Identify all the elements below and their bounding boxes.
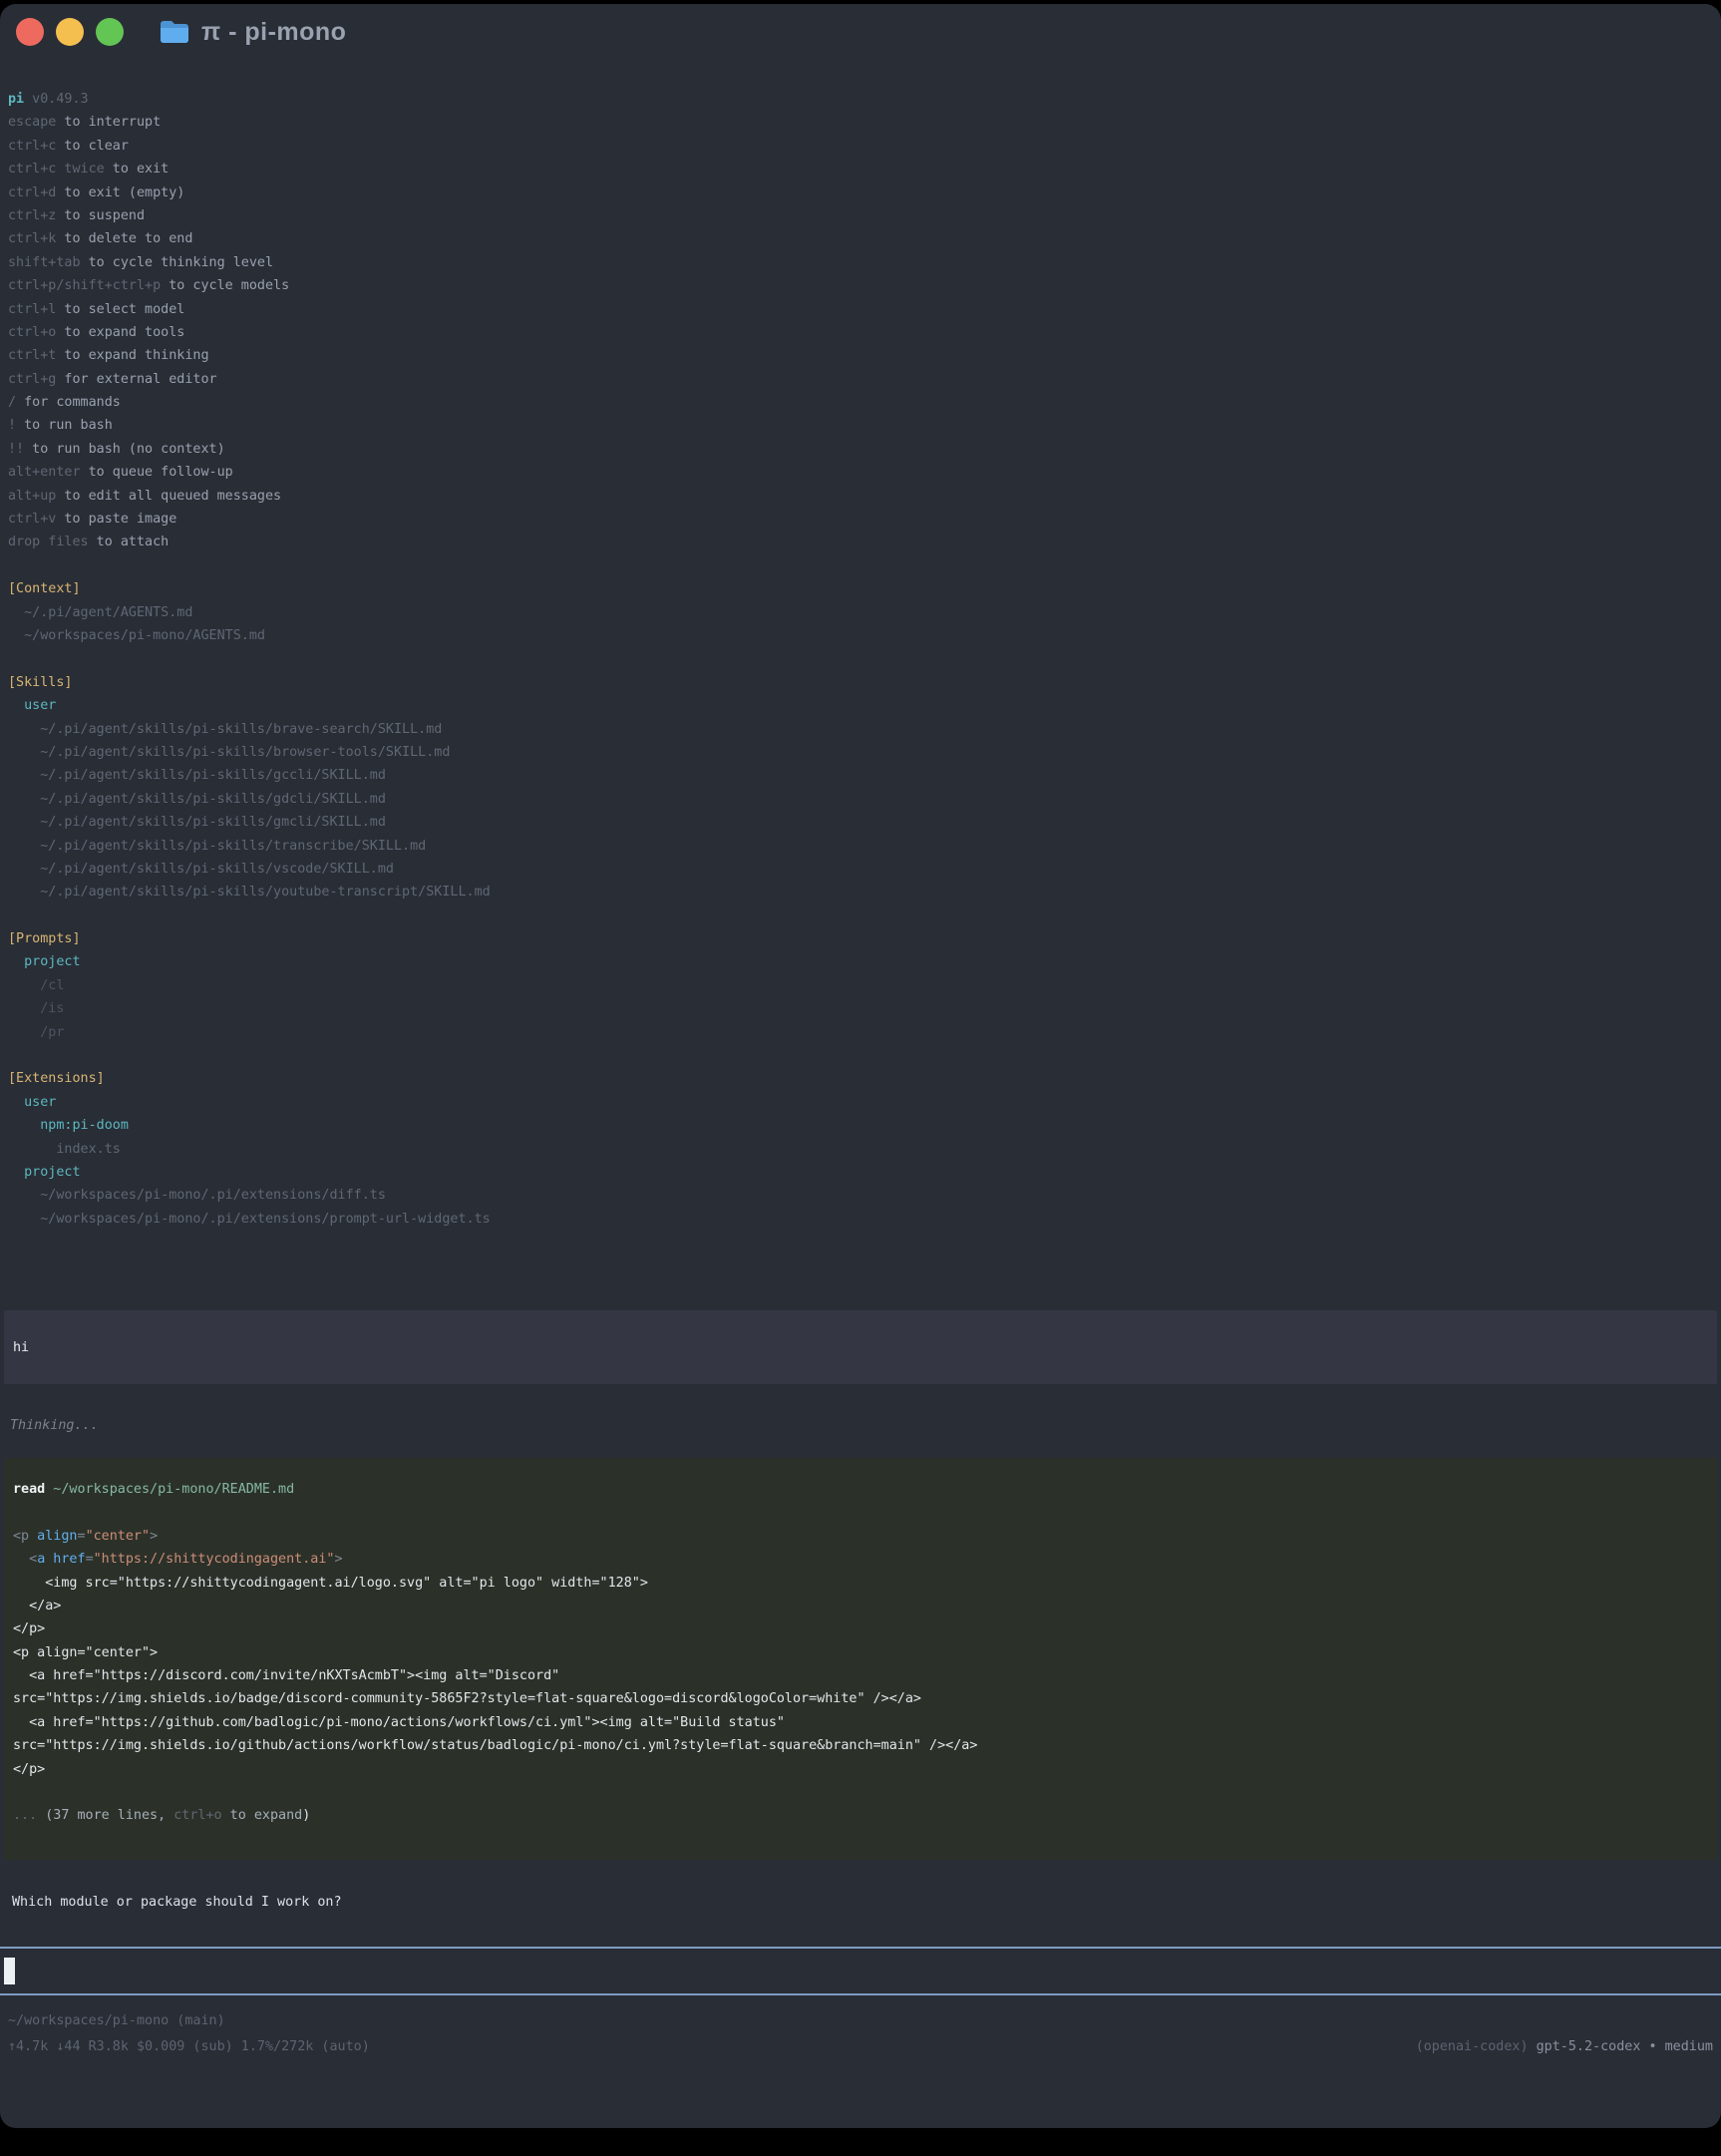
status-usage: ↑4.7k ↓44 R3.8k $0.009 (sub) 1.7%/272k (… <box>8 2034 370 2060</box>
terminal-line: <p align="center"> <box>13 1641 1708 1664</box>
terminal-line <box>13 1781 1708 1804</box>
terminal-line: ctrl+k to delete to end <box>8 227 1713 250</box>
terminal-line: ~/workspaces/pi-mono/.pi/extensions/prom… <box>8 1208 1713 1231</box>
terminal-line: ~/.pi/agent/skills/pi-skills/gdcli/SKILL… <box>8 788 1713 811</box>
terminal-line: src="https://img.shields.io/badge/discor… <box>13 1687 1708 1710</box>
status-bar: ~/workspaces/pi-mono (main) ↑4.7k ↓44 R3… <box>0 1995 1721 2060</box>
prompt-input[interactable] <box>0 1949 1721 1993</box>
terminal-line: [Prompts] <box>8 927 1713 950</box>
terminal-line: project <box>8 1161 1713 1184</box>
terminal-line: <p align="center"> <box>13 1525 1708 1548</box>
terminal-line: ctrl+v to paste image <box>8 508 1713 531</box>
status-model: gpt-5.2-codex • medium <box>1537 2039 1713 2054</box>
terminal-line: ctrl+p/shift+ctrl+p to cycle models <box>8 274 1713 297</box>
user-message-box: hi <box>4 1310 1717 1383</box>
terminal-line: index.ts <box>8 1138 1713 1161</box>
traffic-lights <box>16 18 124 46</box>
terminal-line: /cl <box>8 974 1713 997</box>
terminal-line: ! to run bash <box>8 414 1713 437</box>
window-title: π - pi-mono <box>201 18 346 47</box>
text-cursor <box>4 1958 15 1984</box>
terminal-line: ctrl+c twice to exit <box>8 158 1713 180</box>
terminal-line: </p> <box>13 1617 1708 1640</box>
system-transcript: pi v0.49.3escape to interruptctrl+c to c… <box>8 88 1713 1231</box>
terminal-line: </a> <box>13 1595 1708 1617</box>
terminal-line: ~/.pi/agent/skills/pi-skills/transcribe/… <box>8 835 1713 858</box>
status-model-info: (openai-codex) gpt-5.2-codex • medium <box>1416 2034 1713 2060</box>
assistant-message: Which module or package should I work on… <box>12 1891 1721 1914</box>
tool-call-box: read ~/workspaces/pi-mono/README.md <p a… <box>4 1458 1717 1860</box>
terminal-line <box>8 647 1713 670</box>
terminal-line: ~/.pi/agent/skills/pi-skills/vscode/SKIL… <box>8 858 1713 881</box>
terminal-line: pi v0.49.3 <box>8 88 1713 111</box>
folder-icon <box>160 20 189 44</box>
terminal-line: <a href="https://discord.com/invite/nKXT… <box>13 1664 1708 1687</box>
status-cwd-branch: ~/workspaces/pi-mono (main) <box>8 2008 225 2034</box>
terminal-line: src="https://img.shields.io/github/actio… <box>13 1734 1708 1757</box>
thinking-indicator: Thinking... <box>10 1414 1721 1437</box>
terminal-line: /pr <box>8 1021 1713 1044</box>
terminal-line: user <box>8 694 1713 717</box>
terminal-line: ~/.pi/agent/skills/pi-skills/gmcli/SKILL… <box>8 811 1713 834</box>
terminal-window: π - pi-mono pi v0.49.3escape to interrup… <box>0 4 1721 2128</box>
terminal-line: ~/.pi/agent/skills/pi-skills/browser-too… <box>8 741 1713 764</box>
terminal-line: <img src="https://shittycodingagent.ai/l… <box>13 1572 1708 1595</box>
terminal-line: ctrl+g for external editor <box>8 368 1713 391</box>
terminal-line: <a href="https://github.com/badlogic/pi-… <box>13 1711 1708 1734</box>
terminal-line: [Context] <box>8 577 1713 600</box>
terminal-line: [Extensions] <box>8 1067 1713 1090</box>
terminal-line: ctrl+o to expand tools <box>8 321 1713 344</box>
terminal-line: alt+up to edit all queued messages <box>8 485 1713 508</box>
terminal-line: ctrl+c to clear <box>8 135 1713 158</box>
user-message-text: hi <box>13 1336 1708 1359</box>
terminal-line: ctrl+l to select model <box>8 298 1713 321</box>
terminal-line: ~/.pi/agent/AGENTS.md <box>8 601 1713 624</box>
status-provider: (openai-codex) <box>1416 2039 1537 2054</box>
terminal-line: npm:pi-doom <box>8 1114 1713 1137</box>
terminal-line: ctrl+z to suspend <box>8 204 1713 227</box>
terminal-line: ~/workspaces/pi-mono/.pi/extensions/diff… <box>8 1184 1713 1207</box>
terminal-line: [Skills] <box>8 671 1713 694</box>
terminal-line: ctrl+d to exit (empty) <box>8 181 1713 204</box>
terminal-line: read ~/workspaces/pi-mono/README.md <box>13 1478 1708 1501</box>
terminal-line: project <box>8 950 1713 973</box>
terminal-content: pi v0.49.3escape to interruptctrl+c to c… <box>0 88 1721 2060</box>
terminal-line: /is <box>8 997 1713 1020</box>
terminal-line: !! to run bash (no context) <box>8 438 1713 461</box>
terminal-line: ~/.pi/agent/skills/pi-skills/gccli/SKILL… <box>8 764 1713 787</box>
minimize-button[interactable] <box>56 18 84 46</box>
close-button[interactable] <box>16 18 44 46</box>
window-titlebar[interactable]: π - pi-mono <box>0 4 1721 60</box>
zoom-button[interactable] <box>96 18 124 46</box>
terminal-line <box>8 554 1713 577</box>
terminal-line: escape to interrupt <box>8 111 1713 134</box>
terminal-line: ~/workspaces/pi-mono/AGENTS.md <box>8 624 1713 647</box>
terminal-line: ... (37 more lines, ctrl+o to expand) <box>13 1804 1708 1827</box>
terminal-line <box>8 904 1713 927</box>
terminal-line: <a href="https://shittycodingagent.ai"> <box>13 1548 1708 1571</box>
terminal-line: drop files to attach <box>8 531 1713 553</box>
terminal-line: user <box>8 1091 1713 1114</box>
terminal-line <box>13 1501 1708 1524</box>
terminal-line: ~/.pi/agent/skills/pi-skills/youtube-tra… <box>8 881 1713 903</box>
terminal-line: shift+tab to cycle thinking level <box>8 251 1713 274</box>
terminal-line: / for commands <box>8 391 1713 414</box>
terminal-line: alt+enter to queue follow-up <box>8 461 1713 484</box>
terminal-line: ctrl+t to expand thinking <box>8 344 1713 367</box>
terminal-line: ~/.pi/agent/skills/pi-skills/brave-searc… <box>8 718 1713 741</box>
terminal-line: </p> <box>13 1758 1708 1781</box>
terminal-line <box>8 1044 1713 1067</box>
